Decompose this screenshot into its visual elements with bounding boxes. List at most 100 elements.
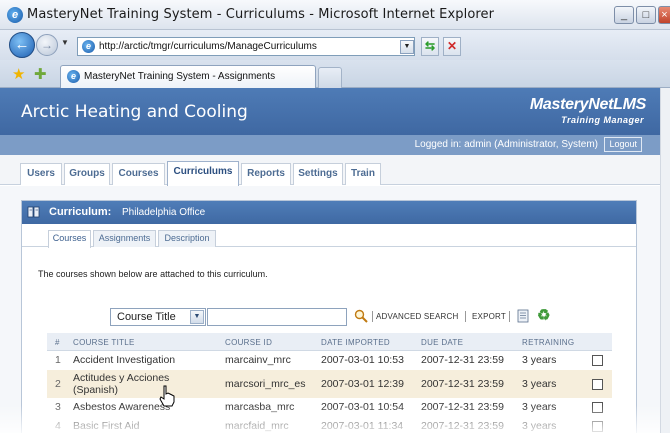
internet-explorer-icon: e bbox=[7, 7, 23, 23]
table-row[interactable]: 2 Actitudes y Acciones (Spanish) marcsor… bbox=[47, 370, 612, 398]
row-checkbox[interactable] bbox=[592, 379, 603, 390]
tab-courses[interactable]: Courses bbox=[112, 163, 165, 185]
retraining: 3 years bbox=[522, 420, 557, 432]
tab-groups[interactable]: Groups bbox=[64, 163, 110, 185]
course-id: marcfaid_mrc bbox=[225, 420, 289, 432]
tab-reports[interactable]: Reports bbox=[241, 163, 291, 185]
course-title[interactable]: Accident Investigation bbox=[73, 354, 175, 366]
tab-curriculums[interactable]: Curriculums bbox=[167, 161, 239, 186]
course-id: marcasba_mrc bbox=[225, 401, 295, 413]
address-bar[interactable]: e http://arctic/tmgr/curriculums/ManageC… bbox=[77, 37, 415, 56]
company-name: Arctic Heating and Cooling bbox=[21, 102, 248, 122]
column-header-due-date[interactable]: DUE DATE bbox=[421, 338, 463, 347]
address-toolbar: ← → ▼ e http://arctic/tmgr/curriculums/M… bbox=[0, 30, 670, 60]
due-date: 2007-12-31 23:59 bbox=[421, 401, 504, 413]
app-header: Arctic Heating and Cooling MasteryNetLMS… bbox=[0, 88, 660, 135]
date-imported: 2007-03-01 11:34 bbox=[321, 420, 404, 432]
main-tabs: Users Groups Courses Curriculums Reports… bbox=[0, 155, 660, 186]
window-title-bar: e MasteryNet Training System - Curriculu… bbox=[0, 0, 670, 30]
address-dropdown-icon[interactable]: ▼ bbox=[400, 40, 414, 54]
tab-page-icon: e bbox=[67, 70, 80, 83]
table-row[interactable]: 4 Basic First Aid marcfaid_mrc 2007-03-0… bbox=[47, 417, 612, 433]
export-link[interactable]: EXPORT bbox=[472, 312, 506, 321]
row-number: 2 bbox=[55, 378, 61, 390]
stop-icon[interactable]: ✕ bbox=[443, 37, 461, 56]
forward-arrow-icon[interactable]: → bbox=[36, 34, 58, 56]
search-input[interactable] bbox=[207, 308, 347, 326]
tab-users[interactable]: Users bbox=[20, 163, 62, 185]
report-icon[interactable] bbox=[516, 309, 530, 323]
panel-header: Curriculum: Philadelphia Office bbox=[22, 201, 636, 224]
due-date: 2007-12-31 23:59 bbox=[421, 420, 504, 432]
close-button[interactable]: × bbox=[658, 6, 670, 24]
brand-logo: MasteryNetLMS bbox=[529, 96, 646, 113]
new-tab-button[interactable] bbox=[318, 67, 342, 88]
page-icon: e bbox=[82, 40, 95, 53]
refresh-icon[interactable]: ⇆ bbox=[421, 37, 439, 56]
subtab-description[interactable]: Description bbox=[158, 230, 216, 247]
course-title[interactable]: Asbestos Awareness bbox=[73, 401, 170, 413]
row-number: 4 bbox=[55, 420, 61, 432]
search-icon[interactable] bbox=[354, 309, 368, 323]
tab-train[interactable]: Train bbox=[345, 163, 381, 185]
favorites-star-icon[interactable]: ★ bbox=[12, 65, 25, 83]
subtab-courses[interactable]: Courses bbox=[48, 230, 91, 248]
login-bar: Logged in: admin (Administrator, System)… bbox=[0, 135, 660, 155]
row-checkbox[interactable] bbox=[592, 355, 603, 366]
curriculum-label: Curriculum: bbox=[49, 206, 112, 218]
add-favorite-icon[interactable]: ✚ bbox=[34, 65, 47, 83]
curriculum-book-icon bbox=[27, 206, 40, 218]
retraining: 3 years bbox=[522, 401, 557, 413]
column-header-date-imported[interactable]: DATE IMPORTED bbox=[321, 338, 390, 347]
brand-subtitle: Training Manager bbox=[561, 115, 644, 125]
logged-in-text: Logged in: admin (Administrator, System) bbox=[414, 139, 598, 150]
browser-tab-title: MasteryNet Training System - Assignments bbox=[84, 71, 276, 82]
course-id: marcsori_mrc_es bbox=[225, 378, 306, 390]
search-field-select[interactable]: Course Title ▼ bbox=[110, 308, 206, 326]
maximize-button[interactable]: □ bbox=[636, 6, 656, 24]
retraining: 3 years bbox=[522, 378, 557, 390]
subtab-assignments[interactable]: Assignments bbox=[93, 230, 156, 247]
window-title: MasteryNet Training System - Curriculums… bbox=[27, 7, 495, 22]
date-imported: 2007-03-01 12:39 bbox=[321, 378, 404, 390]
chevron-down-icon: ▼ bbox=[190, 310, 204, 324]
column-header-course-id[interactable]: COURSE ID bbox=[225, 338, 272, 347]
browser-tab[interactable]: e MasteryNet Training System - Assignmen… bbox=[60, 65, 316, 88]
table-row[interactable]: 3 Asbestos Awareness marcasba_mrc 2007-0… bbox=[47, 398, 612, 417]
history-dropdown-icon[interactable]: ▼ bbox=[61, 38, 69, 47]
logout-button[interactable]: Logout bbox=[604, 137, 642, 152]
column-header-number: # bbox=[55, 338, 60, 347]
search-field-value: Course Title bbox=[117, 311, 176, 323]
refresh-list-icon[interactable]: ♻ bbox=[537, 308, 550, 324]
course-title-line2[interactable]: (Spanish) bbox=[73, 384, 118, 396]
tab-settings[interactable]: Settings bbox=[293, 163, 343, 185]
hand-cursor-icon bbox=[159, 385, 175, 407]
column-header-course-title[interactable]: COURSE TITLE bbox=[73, 338, 135, 347]
row-checkbox[interactable] bbox=[592, 402, 603, 413]
curriculum-name: Philadelphia Office bbox=[122, 207, 206, 218]
retraining: 3 years bbox=[522, 354, 557, 366]
date-imported: 2007-03-01 10:54 bbox=[321, 401, 404, 413]
minimize-button[interactable]: _ bbox=[614, 6, 634, 24]
course-title[interactable]: Basic First Aid bbox=[73, 420, 140, 432]
advanced-search-link[interactable]: ADVANCED SEARCH bbox=[376, 312, 458, 321]
table-row[interactable]: 1 Accident Investigation marcainv_mrc 20… bbox=[47, 351, 612, 370]
row-checkbox[interactable] bbox=[592, 421, 603, 432]
toolbar-divider bbox=[372, 311, 373, 322]
page-scrollbar[interactable] bbox=[660, 88, 670, 433]
back-arrow-icon[interactable]: ← bbox=[9, 32, 35, 58]
table-header: # COURSE TITLE COURSE ID DATE IMPORTED D… bbox=[47, 333, 612, 351]
toolbar-divider bbox=[465, 311, 466, 322]
sub-tabs: Courses Assignments Description bbox=[22, 224, 636, 248]
course-title[interactable]: Actitudes y Acciones bbox=[73, 372, 169, 384]
row-number: 3 bbox=[55, 401, 61, 413]
toolbar-divider bbox=[509, 311, 510, 322]
due-date: 2007-12-31 23:59 bbox=[421, 378, 504, 390]
intro-text: The courses shown below are attached to … bbox=[38, 269, 268, 279]
date-imported: 2007-03-01 10:53 bbox=[321, 354, 404, 366]
browser-tab-strip: ★ ✚ e MasteryNet Training System - Assig… bbox=[0, 60, 670, 88]
url-text: http://arctic/tmgr/curriculums/ManageCur… bbox=[99, 41, 317, 52]
row-number: 1 bbox=[55, 354, 61, 366]
grid-toolbar: Course Title ▼ ADVANCED SEARCH EXPORT ♻ bbox=[110, 308, 570, 328]
column-header-retraining[interactable]: RETRAINING bbox=[522, 338, 574, 347]
